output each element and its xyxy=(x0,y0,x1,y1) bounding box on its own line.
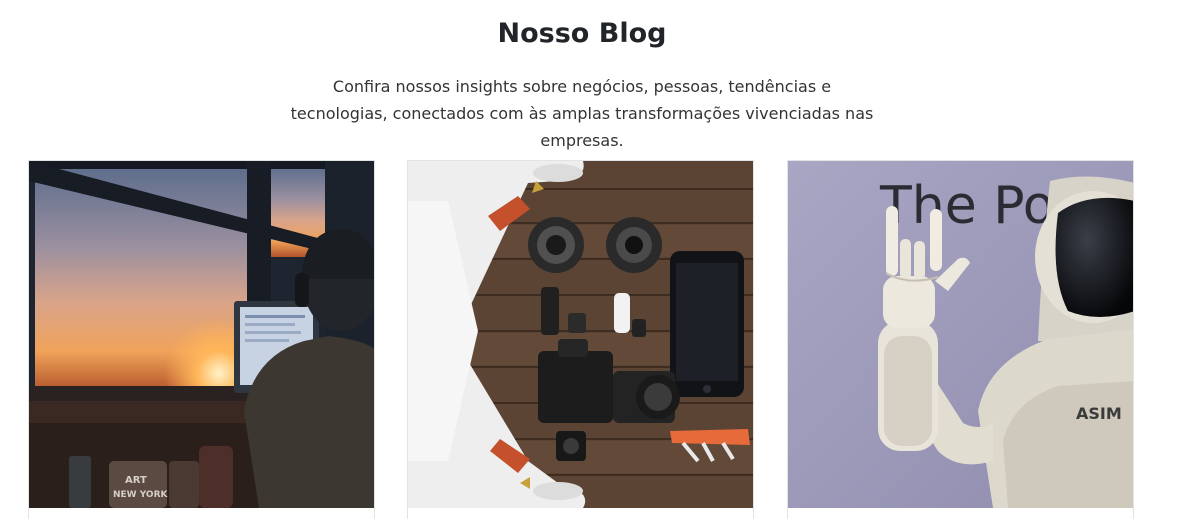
section-subtitle: Confira nossos insights sobre negócios, … xyxy=(290,77,874,150)
blog-card-3[interactable]: The Po ASIM xyxy=(787,160,1134,519)
blog-card-image-2[interactable] xyxy=(408,161,753,508)
banner-text: The Po xyxy=(879,176,1055,236)
blog-card-image-3[interactable]: The Po ASIM xyxy=(788,161,1133,508)
blog-card-image-1[interactable]: ART NEW YORK xyxy=(29,161,374,508)
mug-text-1: ART xyxy=(125,475,147,486)
blog-card-1[interactable]: ART NEW YORK xyxy=(28,160,375,519)
robot-text: ASIM xyxy=(1076,404,1122,423)
blog-section: Nosso Blog Confira nossos insights sobre… xyxy=(0,0,1180,519)
person-at-computer-sunset-photo: ART NEW YORK xyxy=(29,161,374,508)
asimo-robot-waving-photo: The Po ASIM xyxy=(788,161,1133,508)
blog-card-2[interactable] xyxy=(407,160,754,519)
blog-cards: ART NEW YORK The Po ASIM xyxy=(28,160,1148,519)
drone-and-camera-gear-flatlay-photo xyxy=(408,161,753,508)
mug-text-2: NEW YORK xyxy=(113,490,169,500)
section-title: Nosso Blog xyxy=(497,18,667,49)
